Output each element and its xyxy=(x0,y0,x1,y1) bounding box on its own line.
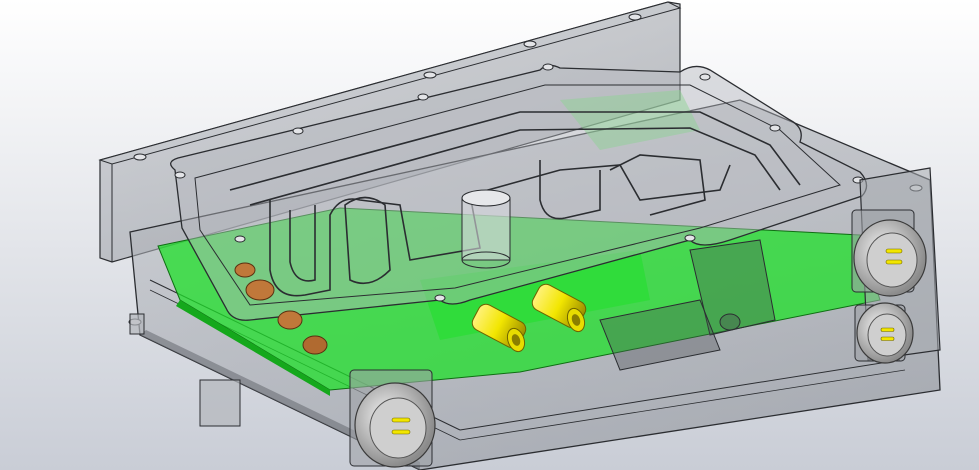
connector-right-small xyxy=(854,302,914,364)
cad-viewport[interactable] xyxy=(0,0,979,470)
cad-scene xyxy=(0,0,979,470)
connector-front xyxy=(349,369,436,468)
cylinder-boss xyxy=(461,189,511,269)
